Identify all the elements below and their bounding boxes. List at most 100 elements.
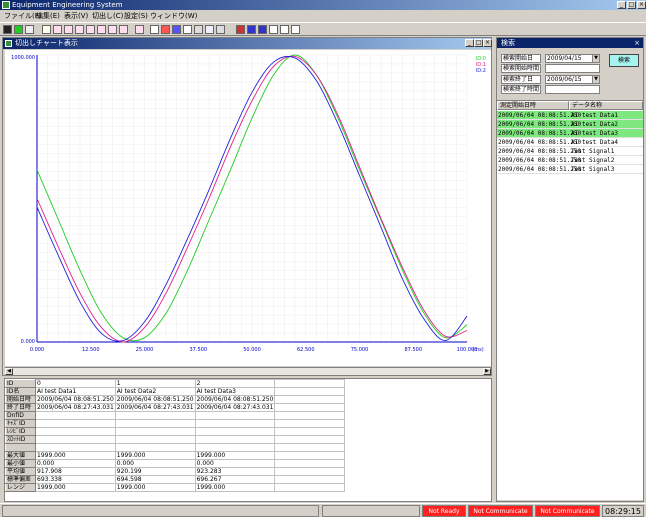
table-cell[interactable]: 693.338 [35,475,116,484]
tool-icon-6[interactable] [97,25,106,34]
result-row[interactable]: 2009/06/04 08:08:51.250 AI test Data1 [497,111,643,120]
table-cell[interactable] [35,411,116,420]
graph-icon-3[interactable] [258,25,267,34]
header-data-name[interactable]: データ名称 [569,101,643,110]
chart-maximize-button[interactable]: □ [474,39,483,47]
tool-icon-7[interactable] [108,25,117,34]
table-cell[interactable]: 0.000 [35,459,116,468]
start-time-input[interactable] [545,64,600,73]
tool-icon-8[interactable] [119,25,128,34]
table-cell[interactable]: 2009/06/04 08:27:43.031 [114,403,196,412]
table-cell[interactable] [114,411,196,420]
scroll-right-icon[interactable]: ▶ [483,368,491,375]
end-time-input[interactable] [545,85,600,94]
table-cell[interactable] [114,419,196,428]
page-icon[interactable] [183,25,192,34]
chart-plot-area[interactable]: 0.000 12.500 25.000 37.500 50.000 62.500 75.00… [5,50,491,366]
table-cell[interactable]: 1 [114,379,196,388]
menu-view[interactable]: 表示(V) [64,11,88,21]
start-date-select[interactable]: 2009/04/15 ▼ [545,54,600,63]
table-cell[interactable]: 2009/06/04 08:27:43.031 [194,403,276,412]
table-cell[interactable]: 0 [35,379,116,388]
table-cell[interactable]: 0.000 [114,459,196,468]
table-cell[interactable]: AI test Data3 [194,387,276,396]
scroll-left-icon[interactable]: ◀ [5,368,13,375]
table-cell[interactable]: AI test Data2 [114,387,196,396]
table-cell[interactable] [35,435,116,444]
tool-icon-9[interactable] [135,25,144,34]
table-cell[interactable]: 694.598 [114,475,196,484]
menu-window[interactable]: ウィンドウ(W) [150,11,197,21]
table-cell[interactable]: 917.908 [35,467,116,476]
table-cell[interactable]: 2009/06/04 08:08:51.250 [35,395,116,404]
menu-settings[interactable]: 設定(S) [124,11,148,21]
menu-cut[interactable]: 切出し(C) [92,11,123,21]
end-date-select[interactable]: 2009/06/15 ▼ [545,75,600,84]
tool-icon-2[interactable] [53,25,62,34]
result-row[interactable]: 2009/06/04 08:08:51.250 AI test Data4 [497,138,643,147]
tool-icon-3[interactable] [64,25,73,34]
copy-icon[interactable] [194,25,203,34]
tool-icon-4[interactable] [75,25,84,34]
menu-edit[interactable]: 編集(E) [36,11,60,21]
save-icon[interactable] [3,25,12,34]
table-cell[interactable] [114,435,196,444]
table-cell[interactable]: 1999.000 [194,483,276,492]
table-cell[interactable]: 1999.000 [194,451,276,460]
chart-close-button[interactable]: × [483,39,492,47]
graph-icon-4[interactable] [269,25,278,34]
tool-icon-1[interactable] [42,25,51,34]
table-cell[interactable]: 923.283 [194,467,276,476]
chart-minimize-button[interactable]: _ [465,39,474,47]
play-icon[interactable] [14,25,23,34]
graph-icon-1[interactable] [236,25,245,34]
graph-icon-2[interactable] [247,25,256,34]
table-cell[interactable]: 696.267 [194,475,276,484]
window-icon[interactable] [205,25,214,34]
table-cell[interactable] [35,443,116,452]
result-row[interactable]: 2009/06/04 08:08:51.250 Test Signal2 [497,156,643,165]
result-row[interactable]: 2009/06/04 08:08:51.250 Test Signal1 [497,147,643,156]
table-cell[interactable] [194,411,276,420]
print-icon[interactable] [216,25,225,34]
table-cell[interactable]: 2009/06/04 08:27:43.031 [35,403,116,412]
graph-icon-6[interactable] [291,25,300,34]
stop-icon[interactable] [25,25,34,34]
search-close-icon[interactable]: × [634,38,640,48]
result-row[interactable]: 2009/06/04 08:08:51.250 Test Signal3 [497,165,643,174]
table-cell[interactable]: 920.199 [114,467,196,476]
table-cell[interactable] [35,419,116,428]
minimize-button[interactable]: _ [617,1,626,9]
chart-blue-icon[interactable] [172,25,181,34]
table-cell[interactable] [194,427,276,436]
maximize-button[interactable]: □ [627,1,636,9]
table-cell[interactable]: 2009/06/04 08:08:51.250 [194,395,276,404]
table-cell[interactable] [114,443,196,452]
table-cell[interactable]: 1999.000 [35,483,116,492]
end-date-dropdown-icon[interactable]: ▼ [592,76,599,83]
table-cell[interactable] [194,443,276,452]
tool-icon-5[interactable] [86,25,95,34]
close-button[interactable]: × [637,1,646,9]
table-cell[interactable]: 2 [194,379,276,388]
table-cell[interactable]: 1999.000 [35,451,116,460]
result-row[interactable]: 2009/06/04 08:08:51.250 AI test Data3 [497,129,643,138]
table-cell[interactable] [194,435,276,444]
table-cell[interactable] [35,427,116,436]
document-icon[interactable] [150,25,159,34]
table-cell[interactable] [194,419,276,428]
status-bar: Not Ready Not Communicate Not Communicat… [0,503,646,517]
table-cell[interactable]: 1999.000 [114,483,196,492]
table-cell[interactable]: 1999.000 [114,451,196,460]
result-row[interactable]: 2009/06/04 08:08:51.250 AI test Data2 [497,120,643,129]
chart-red-icon[interactable] [161,25,170,34]
table-cell[interactable]: AI test Data1 [35,387,116,396]
horizontal-scrollbar[interactable]: ◀ ▶ [5,367,491,375]
graph-icon-5[interactable] [280,25,289,34]
start-date-dropdown-icon[interactable]: ▼ [592,55,599,62]
search-button[interactable]: 検索 [609,54,639,67]
table-cell[interactable] [114,427,196,436]
table-cell[interactable]: 0.000 [194,459,276,468]
header-start-datetime[interactable]: 測定開始日時 [497,101,569,110]
table-cell[interactable]: 2009/06/04 08:08:51.250 [114,395,196,404]
